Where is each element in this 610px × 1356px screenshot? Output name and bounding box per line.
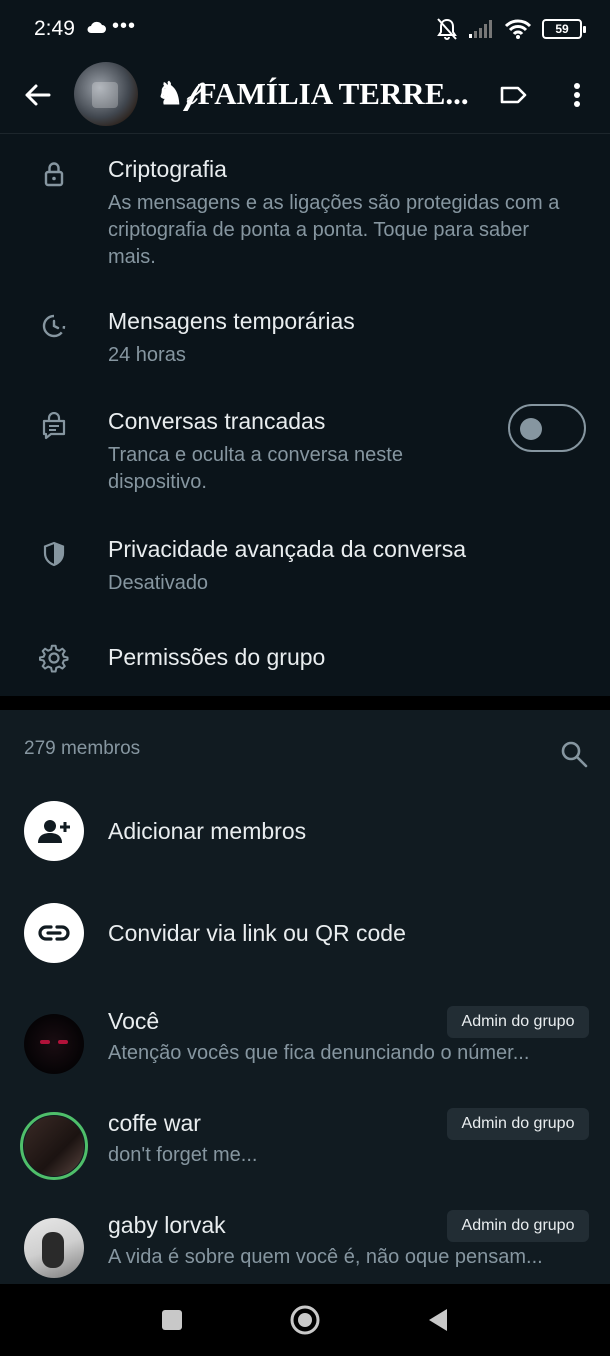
more-options-button[interactable] <box>560 78 594 112</box>
toggle-knob <box>520 418 542 440</box>
member-name: Você <box>108 1008 160 1034</box>
member-row-voce[interactable]: Você Admin do grupo Atenção vocês que fi… <box>0 1006 610 1106</box>
battery-icon: 59 <box>542 19 586 39</box>
setting-encryption[interactable]: Criptografia As mensagens e as ligações … <box>0 152 610 272</box>
back-nav-button[interactable] <box>420 1302 456 1338</box>
invite-link-button[interactable]: Convidar via link ou QR code <box>0 888 610 978</box>
setting-title: Mensagens temporárias <box>108 308 355 334</box>
setting-subtitle: Tranca e oculta a conversa neste disposi… <box>108 444 403 493</box>
member-name: gaby lorvak <box>108 1212 226 1238</box>
setting-advanced-privacy[interactable]: Privacidade avançada da conversa Desativ… <box>0 532 610 602</box>
section-divider <box>0 696 610 710</box>
battery-level: 59 <box>555 22 569 36</box>
member-row-coffe-war[interactable]: coffe war Admin do grupo don't forget me… <box>0 1108 610 1208</box>
setting-subtitle: 24 horas <box>108 344 186 366</box>
locked-chats-toggle[interactable] <box>508 404 586 452</box>
label-tag-icon <box>500 86 527 104</box>
shield-icon <box>38 538 70 570</box>
recents-square-icon <box>162 1310 182 1330</box>
label-button[interactable] <box>496 78 530 112</box>
group-avatar[interactable] <box>74 62 138 126</box>
members-search-button[interactable] <box>556 736 592 772</box>
avatar[interactable] <box>24 1116 84 1176</box>
avatar <box>24 1014 84 1074</box>
lock-icon <box>38 158 70 190</box>
setting-title: Criptografia <box>108 156 227 182</box>
setting-disappearing-messages[interactable]: Mensagens temporárias 24 horas <box>0 304 610 374</box>
action-label: Convidar via link ou QR code <box>108 920 406 946</box>
member-status: Atenção vocês que fica denunciando o núm… <box>108 1042 530 1064</box>
status-bar: 2:49 ••• 59 <box>0 0 610 58</box>
admin-badge: Admin do grupo <box>447 1210 589 1242</box>
home-circle-icon <box>290 1305 320 1335</box>
timer-icon <box>38 310 70 342</box>
member-name: coffe war <box>108 1110 201 1136</box>
setting-subtitle: Desativado <box>108 572 209 594</box>
link-icon <box>24 903 84 963</box>
group-name[interactable]: ♞𝒻FAMÍLIA TERRE... <box>156 76 481 113</box>
mute-bell-icon <box>437 18 457 40</box>
recents-button[interactable] <box>154 1302 190 1338</box>
group-settings-list: Criptografia As mensagens e as ligações … <box>0 134 610 696</box>
members-section: 279 membros Adicionar membros Convidar v <box>0 710 610 1284</box>
member-status: A vida é sobre quem você é, não oque pen… <box>108 1246 543 1268</box>
add-person-icon <box>24 801 84 861</box>
status-time: 2:49 <box>34 17 75 40</box>
back-arrow-icon <box>25 84 51 106</box>
more-dots-icon: ••• <box>112 15 137 37</box>
system-nav-bar <box>0 1284 610 1356</box>
admin-badge: Admin do grupo <box>447 1108 589 1140</box>
add-members-button[interactable]: Adicionar membros <box>0 786 610 876</box>
back-button[interactable] <box>20 78 54 112</box>
setting-title: Permissões do grupo <box>108 644 326 670</box>
member-status: don't forget me... <box>108 1144 258 1166</box>
setting-group-permissions[interactable]: Permissões do grupo <box>0 640 610 684</box>
cloud-icon <box>87 21 106 33</box>
admin-badge: Admin do grupo <box>447 1006 589 1038</box>
group-info-header: ♞𝒻FAMÍLIA TERRE... <box>0 58 610 134</box>
gear-icon <box>38 642 70 674</box>
setting-title: Privacidade avançada da conversa <box>108 536 467 562</box>
home-button[interactable] <box>287 1302 323 1338</box>
signal-icon <box>469 20 492 38</box>
chat-lock-icon <box>38 410 70 442</box>
search-icon <box>561 741 588 768</box>
setting-title: Conversas trancadas <box>108 408 326 434</box>
avatar <box>24 1218 84 1278</box>
back-triangle-icon <box>429 1309 447 1331</box>
action-label: Adicionar membros <box>108 818 307 844</box>
members-count: 279 membros <box>24 738 141 759</box>
wifi-icon <box>504 19 532 39</box>
more-vert-icon <box>574 83 580 107</box>
setting-subtitle: As mensagens e as ligações são protegida… <box>108 192 560 268</box>
